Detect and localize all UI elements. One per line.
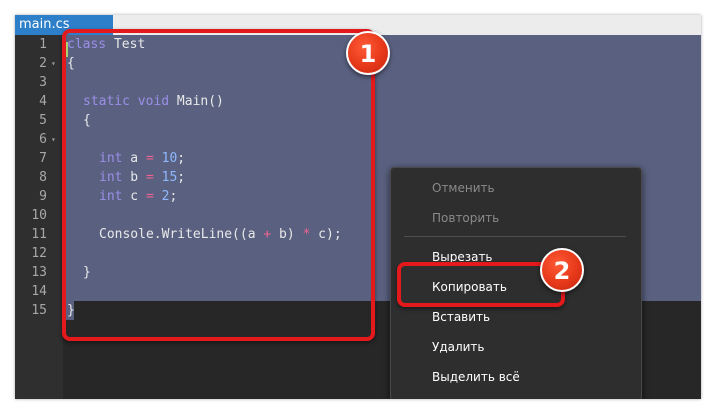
fold-arrow-icon[interactable]: ▾	[51, 54, 59, 73]
fold-arrow-icon[interactable]: ▾	[51, 130, 59, 149]
menu-item-paste[interactable]: Вставить	[391, 303, 641, 331]
line-number: 10	[31, 208, 47, 223]
line-number: 2	[39, 56, 47, 71]
highlight-box-code	[62, 29, 375, 341]
line-number: 9	[39, 189, 47, 204]
line-number: 12	[31, 246, 47, 261]
menu-item-delete[interactable]: Удалить	[391, 333, 641, 361]
line-number-gutter: 1 2 3 4 5 6 7 8 9 10 11 12 13 14 15 ▾ ▾	[15, 35, 63, 399]
menu-item-select-all[interactable]: Выделить всё	[391, 363, 641, 391]
step-badge-2: 2	[540, 248, 584, 292]
line-number: 15	[31, 303, 47, 318]
line-number: 11	[31, 227, 47, 242]
line-number: 4	[39, 94, 47, 109]
step-badge-1: 1	[346, 31, 390, 75]
menu-item-redo[interactable]: Повторить	[391, 204, 641, 232]
line-number: 8	[39, 170, 47, 185]
line-number: 1	[39, 37, 47, 52]
line-number: 6	[39, 132, 47, 147]
menu-separator	[404, 236, 626, 237]
line-number: 14	[31, 284, 47, 299]
line-number: 7	[39, 151, 47, 166]
line-number: 5	[39, 113, 47, 128]
line-number: 3	[39, 75, 47, 90]
line-number: 13	[31, 265, 47, 280]
menu-item-undo[interactable]: Отменить	[391, 174, 641, 202]
